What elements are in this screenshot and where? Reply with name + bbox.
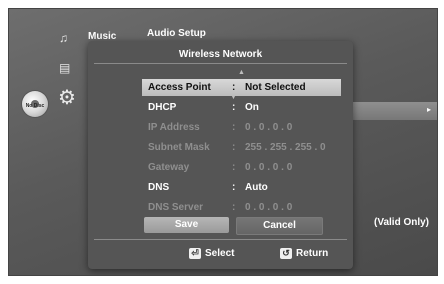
no-disc-label: No Disc [25, 103, 45, 109]
row-colon: : [232, 182, 236, 193]
row-dhcp[interactable]: DHCP : On [142, 99, 341, 116]
row-subnet-mask: Subnet Mask : 255 . 255 . 255 . 0 [142, 139, 341, 156]
return-key-icon: ↺ [280, 248, 292, 259]
dialog-title: Wireless Network [178, 49, 263, 60]
row-label: Gateway [148, 162, 190, 173]
tv-screen: ♫ Music Audio Setup ▤ No Disc ⚙ ▸ (Valid… [8, 8, 438, 276]
row-colon: : [232, 162, 236, 173]
music-note-icon: ♫ [59, 31, 68, 45]
row-colon: : [232, 82, 236, 93]
cancel-button[interactable]: Cancel [236, 217, 323, 235]
row-label: Subnet Mask [148, 142, 210, 153]
select-key-icon: ⏎ [189, 248, 201, 259]
row-label: DNS Server [148, 202, 204, 213]
row-value: 255 . 255 . 255 . 0 [245, 142, 326, 153]
row-colon: : [232, 142, 236, 153]
background-highlight-row[interactable] [347, 102, 437, 120]
row-value: 0 . 0 . 0 . 0 [245, 202, 293, 213]
footer-divider [94, 239, 347, 240]
select-label: Select [205, 248, 235, 259]
row-label: DHCP [148, 102, 177, 113]
row-value: 0 . 0 . 0 . 0 [245, 122, 293, 133]
arrow-right-icon: ▸ [426, 105, 431, 114]
return-hint: ↺ Return [280, 248, 328, 259]
disc-icon: No Disc [22, 91, 48, 117]
photo-icon: ▤ [59, 61, 71, 75]
title-divider [94, 63, 347, 64]
row-value: On [245, 102, 259, 113]
scroll-up-icon[interactable]: ▲ [238, 69, 245, 76]
row-value: Not Selected [245, 82, 306, 93]
valid-only-label: (Valid Only) [374, 217, 430, 228]
row-access-point[interactable]: Access Point : Not Selected [142, 79, 341, 96]
row-ip-address: IP Address : 0 . 0 . 0 . 0 [142, 119, 341, 136]
row-gateway: Gateway : 0 . 0 . 0 . 0 [142, 159, 341, 176]
row-label: Access Point [148, 82, 211, 93]
row-value: Auto [245, 182, 268, 193]
row-value: 0 . 0 . 0 . 0 [245, 162, 293, 173]
row-label: IP Address [148, 122, 200, 133]
row-dns[interactable]: DNS : Auto [142, 179, 341, 196]
row-label: DNS [148, 182, 170, 193]
row-dns-server: DNS Server : 0 . 0 . 0 . 0 [142, 199, 341, 216]
gear-icon[interactable]: ⚙ [56, 87, 78, 109]
return-label: Return [296, 248, 329, 259]
select-hint: ⏎ Select [189, 248, 234, 259]
row-colon: : [232, 202, 236, 213]
row-colon: : [232, 102, 236, 113]
audio-setup-label[interactable]: Audio Setup [147, 28, 206, 39]
scroll-down-icon[interactable]: ▼ [230, 94, 237, 101]
save-button[interactable]: Save [144, 217, 229, 233]
row-colon: : [232, 122, 236, 133]
